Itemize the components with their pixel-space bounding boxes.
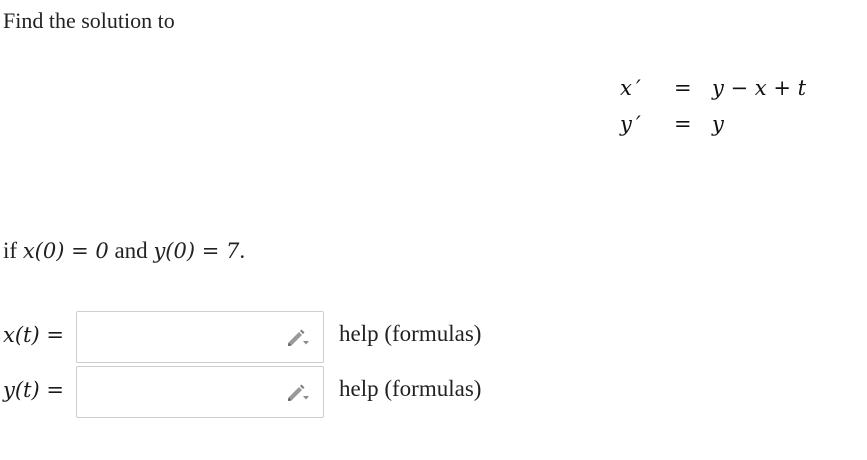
equation-2-equals: = bbox=[674, 112, 692, 136]
answer-label-x: x(t) = bbox=[3, 323, 64, 347]
answer-input-x[interactable] bbox=[77, 312, 287, 364]
equation-1-equals: = bbox=[674, 76, 692, 100]
pencil-icon[interactable] bbox=[285, 383, 311, 403]
equation-2-lhs: y ′ bbox=[620, 112, 641, 136]
help-formulas-link-x[interactable]: help (formulas) bbox=[339, 321, 481, 347]
equation-1-rhs: y − x + t bbox=[712, 76, 807, 100]
condition-suffix: . bbox=[239, 238, 246, 263]
answer-input-y[interactable] bbox=[77, 367, 287, 419]
answer-row-x: x(t) = help (formulas) bbox=[3, 311, 563, 365]
condition-y: y(0) = 7 bbox=[153, 239, 240, 263]
equation-1-lhs: x ′ bbox=[620, 76, 641, 100]
answer-row-y: y(t) = help (formulas) bbox=[3, 366, 563, 420]
condition-prefix: if bbox=[3, 238, 23, 263]
answer-box-y[interactable] bbox=[76, 366, 324, 419]
problem-prompt: Find the solution to bbox=[3, 8, 175, 33]
initial-condition: if x(0) = 0 and y(0) = 7. bbox=[3, 238, 245, 264]
help-formulas-link-y[interactable]: help (formulas) bbox=[339, 376, 481, 402]
condition-x: x(0) = 0 bbox=[22, 239, 109, 263]
answer-box-x[interactable] bbox=[76, 311, 324, 364]
condition-middle: and bbox=[108, 238, 154, 263]
answer-label-y: y(t) = bbox=[3, 378, 64, 402]
pencil-icon[interactable] bbox=[285, 328, 311, 348]
equation-2-rhs: y bbox=[712, 112, 724, 136]
